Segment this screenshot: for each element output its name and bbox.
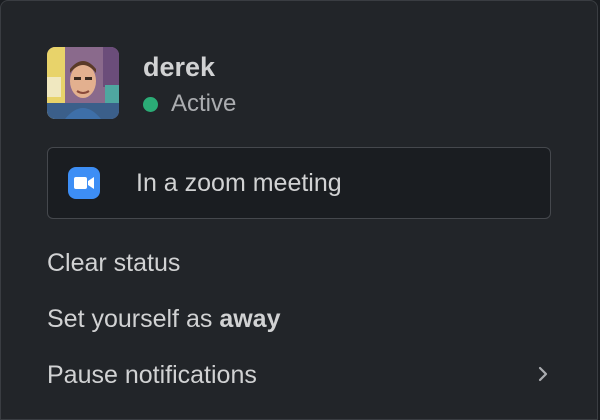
set-away-label: Set yourself as away [47,305,280,334]
avatar-image [47,47,119,119]
identity: derek Active [143,51,236,119]
clear-status-label: Clear status [47,248,181,277]
pause-notifications-menu-item[interactable]: Pause notifications [47,355,553,395]
custom-status-button[interactable]: In a zoom meeting [47,147,551,219]
set-away-prefix: Set yourself as [47,304,220,333]
avatar[interactable] [47,47,119,119]
status-text: In a zoom meeting [136,168,342,197]
zoom-video-icon [68,167,100,199]
pause-notifications-label: Pause notifications [47,360,257,389]
away-emphasis: away [219,304,281,333]
active-status-dot-icon [143,96,158,112]
presence-indicator: Active [143,89,236,119]
chevron-right-icon [537,362,549,388]
set-away-menu-item[interactable]: Set yourself as away [47,299,553,339]
presence-label: Active [171,90,237,117]
profile-header: derek Active [47,47,236,119]
user-status-menu: derek Active In a zoom meeting Clear sta… [0,0,598,420]
clear-status-menu-item[interactable]: Clear status [47,243,553,283]
username: derek [143,52,216,82]
